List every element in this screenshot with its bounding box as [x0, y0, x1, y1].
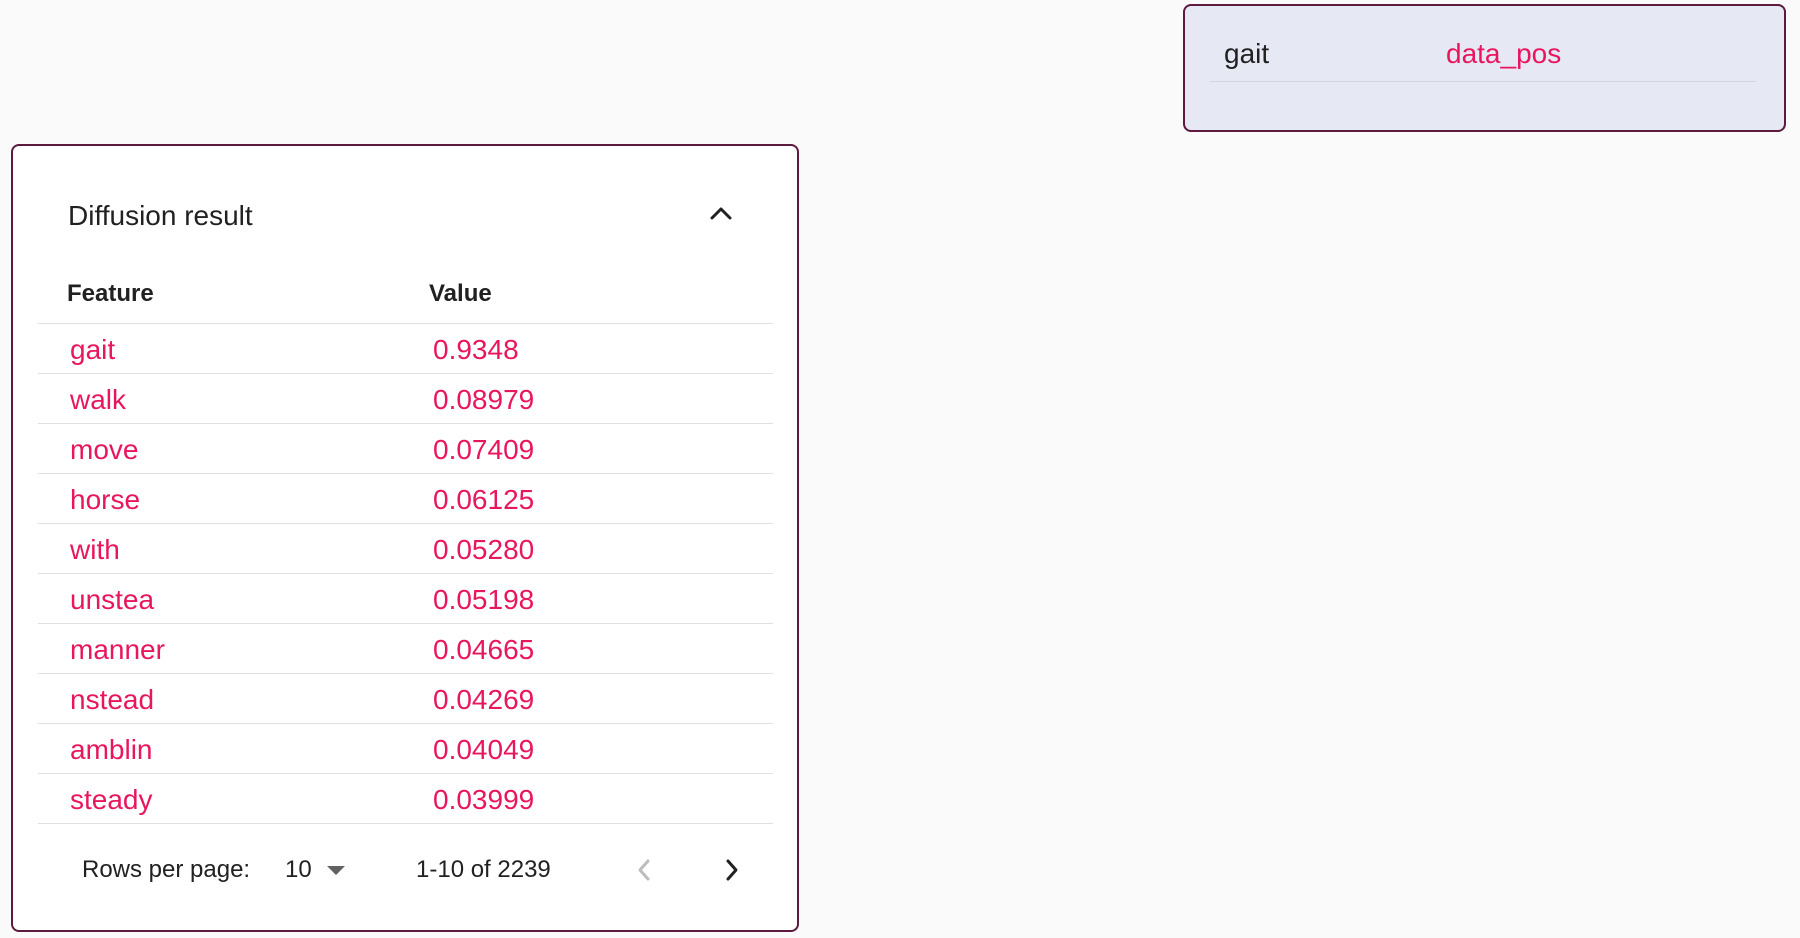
table-pagination: Rows per page: 10 1-10 of 2239	[13, 840, 801, 900]
feature-cell[interactable]: manner	[70, 634, 165, 666]
value-cell: 0.08979	[433, 384, 535, 415]
feature-cell[interactable]: move	[70, 434, 138, 466]
rows-per-page-select[interactable]: 10	[285, 850, 365, 890]
pagination-range: 1-10 of 2239	[416, 856, 551, 883]
feature-cell[interactable]: steady	[70, 784, 153, 816]
value-cell: 0.07409	[433, 434, 535, 465]
rows-per-page-label: Rows per page:	[82, 856, 251, 883]
table-row[interactable]: horse 0.06125	[38, 474, 773, 524]
value-cell: 0.03999	[433, 784, 535, 815]
feature-cell[interactable]: horse	[70, 484, 140, 516]
table-row[interactable]: with 0.05280	[38, 524, 773, 574]
feature-cell[interactable]: gait	[70, 334, 115, 366]
feature-cell[interactable]: amblin	[70, 734, 152, 766]
next-page-button[interactable]	[711, 848, 751, 892]
value-cell: 0.04269	[433, 684, 535, 715]
table-header: Feature Value	[38, 254, 773, 324]
previous-page-button[interactable]	[625, 848, 665, 892]
value-cell: 0.05198	[433, 584, 535, 615]
table-row[interactable]: unstea 0.05198	[38, 574, 773, 624]
rows-per-page-value: 10	[285, 856, 312, 883]
table-row[interactable]: steady 0.03999	[38, 774, 773, 824]
chevron-up-icon	[710, 207, 732, 220]
feature-cell[interactable]: walk	[70, 384, 126, 416]
collapse-button[interactable]	[699, 192, 743, 236]
table-row[interactable]: walk 0.08979	[38, 374, 773, 424]
table-row[interactable]: nstead 0.04269	[38, 674, 773, 724]
table-row[interactable]: gait 0.9348	[38, 324, 773, 374]
node-card: gait data_pos	[1183, 4, 1786, 132]
table-body: gait 0.9348 walk 0.08979 move 0.07409 ho…	[38, 324, 773, 824]
node-row: gait data_pos	[1210, 18, 1756, 82]
dropdown-arrow-icon	[327, 866, 345, 875]
chevron-right-icon	[726, 859, 738, 881]
value-cell: 0.9348	[433, 334, 519, 365]
feature-cell[interactable]: with	[70, 534, 120, 566]
value-cell: 0.05280	[433, 534, 535, 565]
diffusion-result-panel: Diffusion result Feature Value gait 0.93…	[11, 144, 799, 932]
column-header-value[interactable]: Value	[429, 280, 492, 308]
node-key: gait	[1224, 38, 1270, 69]
node-value[interactable]: data_pos	[1446, 38, 1561, 70]
column-header-feature[interactable]: Feature	[67, 280, 154, 308]
chevron-left-icon	[638, 859, 650, 881]
table-row[interactable]: move 0.07409	[38, 424, 773, 474]
table-row[interactable]: manner 0.04665	[38, 624, 773, 674]
value-cell: 0.04665	[433, 634, 535, 665]
table-row[interactable]: amblin 0.04049	[38, 724, 773, 774]
diffusion-table: Feature Value gait 0.9348 walk 0.08979 m…	[38, 254, 773, 824]
feature-cell[interactable]: unstea	[70, 584, 154, 616]
value-cell: 0.06125	[433, 484, 535, 515]
feature-cell[interactable]: nstead	[70, 684, 154, 716]
value-cell: 0.04049	[433, 734, 535, 765]
panel-title: Diffusion result	[68, 200, 253, 231]
